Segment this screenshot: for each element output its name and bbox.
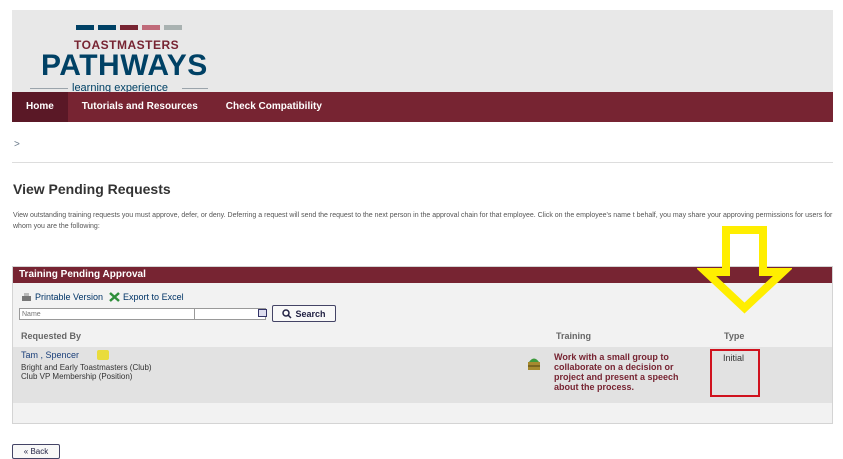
site-header: TOASTMASTERS PATHWAYS learning experienc…: [12, 10, 833, 94]
page-title: View Pending Requests: [13, 181, 171, 197]
breadcrumb[interactable]: >: [14, 139, 20, 150]
export-to-excel-link[interactable]: Export to Excel: [109, 292, 184, 302]
search-icon: [282, 308, 293, 319]
nav-home[interactable]: Home: [12, 92, 68, 122]
brand-divider-right: [182, 88, 208, 89]
highlight-box: [710, 349, 760, 397]
arrow-down-icon: [697, 226, 792, 314]
column-header-requested-by[interactable]: Requested By: [21, 331, 81, 341]
brand-pathways-logo[interactable]: PATHWAYS: [41, 49, 208, 83]
search-label: Search: [295, 308, 326, 319]
training-title[interactable]: Work with a small group to collaborate o…: [554, 352, 704, 392]
back-button[interactable]: « Back: [12, 444, 60, 459]
employee-name-link[interactable]: Tam , Spencer: [21, 350, 79, 360]
export-to-excel-label: Export to Excel: [123, 292, 184, 302]
calendar-icon[interactable]: [258, 309, 267, 317]
printable-version-link[interactable]: Printable Version: [21, 292, 103, 302]
date-filter-input[interactable]: [194, 308, 266, 320]
brand-stripes: [76, 25, 182, 30]
divider: [12, 162, 833, 163]
printable-version-label: Printable Version: [35, 292, 104, 302]
main-nav: Home Tutorials and Resources Check Compa…: [12, 92, 833, 122]
printer-icon: [22, 292, 31, 301]
nav-check-compatibility[interactable]: Check Compatibility: [212, 92, 336, 122]
employee-club: Bright and Early Toastmasters (Club): [21, 363, 152, 372]
search-button[interactable]: Search: [272, 305, 336, 322]
brand-divider-left: [30, 88, 68, 89]
column-header-type[interactable]: Type: [724, 331, 744, 341]
nav-tutorials-and-resources[interactable]: Tutorials and Resources: [68, 92, 212, 122]
name-search-input[interactable]: [19, 308, 196, 320]
training-module-icon[interactable]: [527, 355, 541, 371]
employee-position: Club VP Membership (Position): [21, 372, 133, 381]
column-header-training[interactable]: Training: [556, 331, 591, 341]
excel-icon: [109, 292, 120, 302]
panel-toolbar: Printable Version Export to Excel: [21, 292, 184, 302]
note-icon[interactable]: [97, 350, 109, 360]
